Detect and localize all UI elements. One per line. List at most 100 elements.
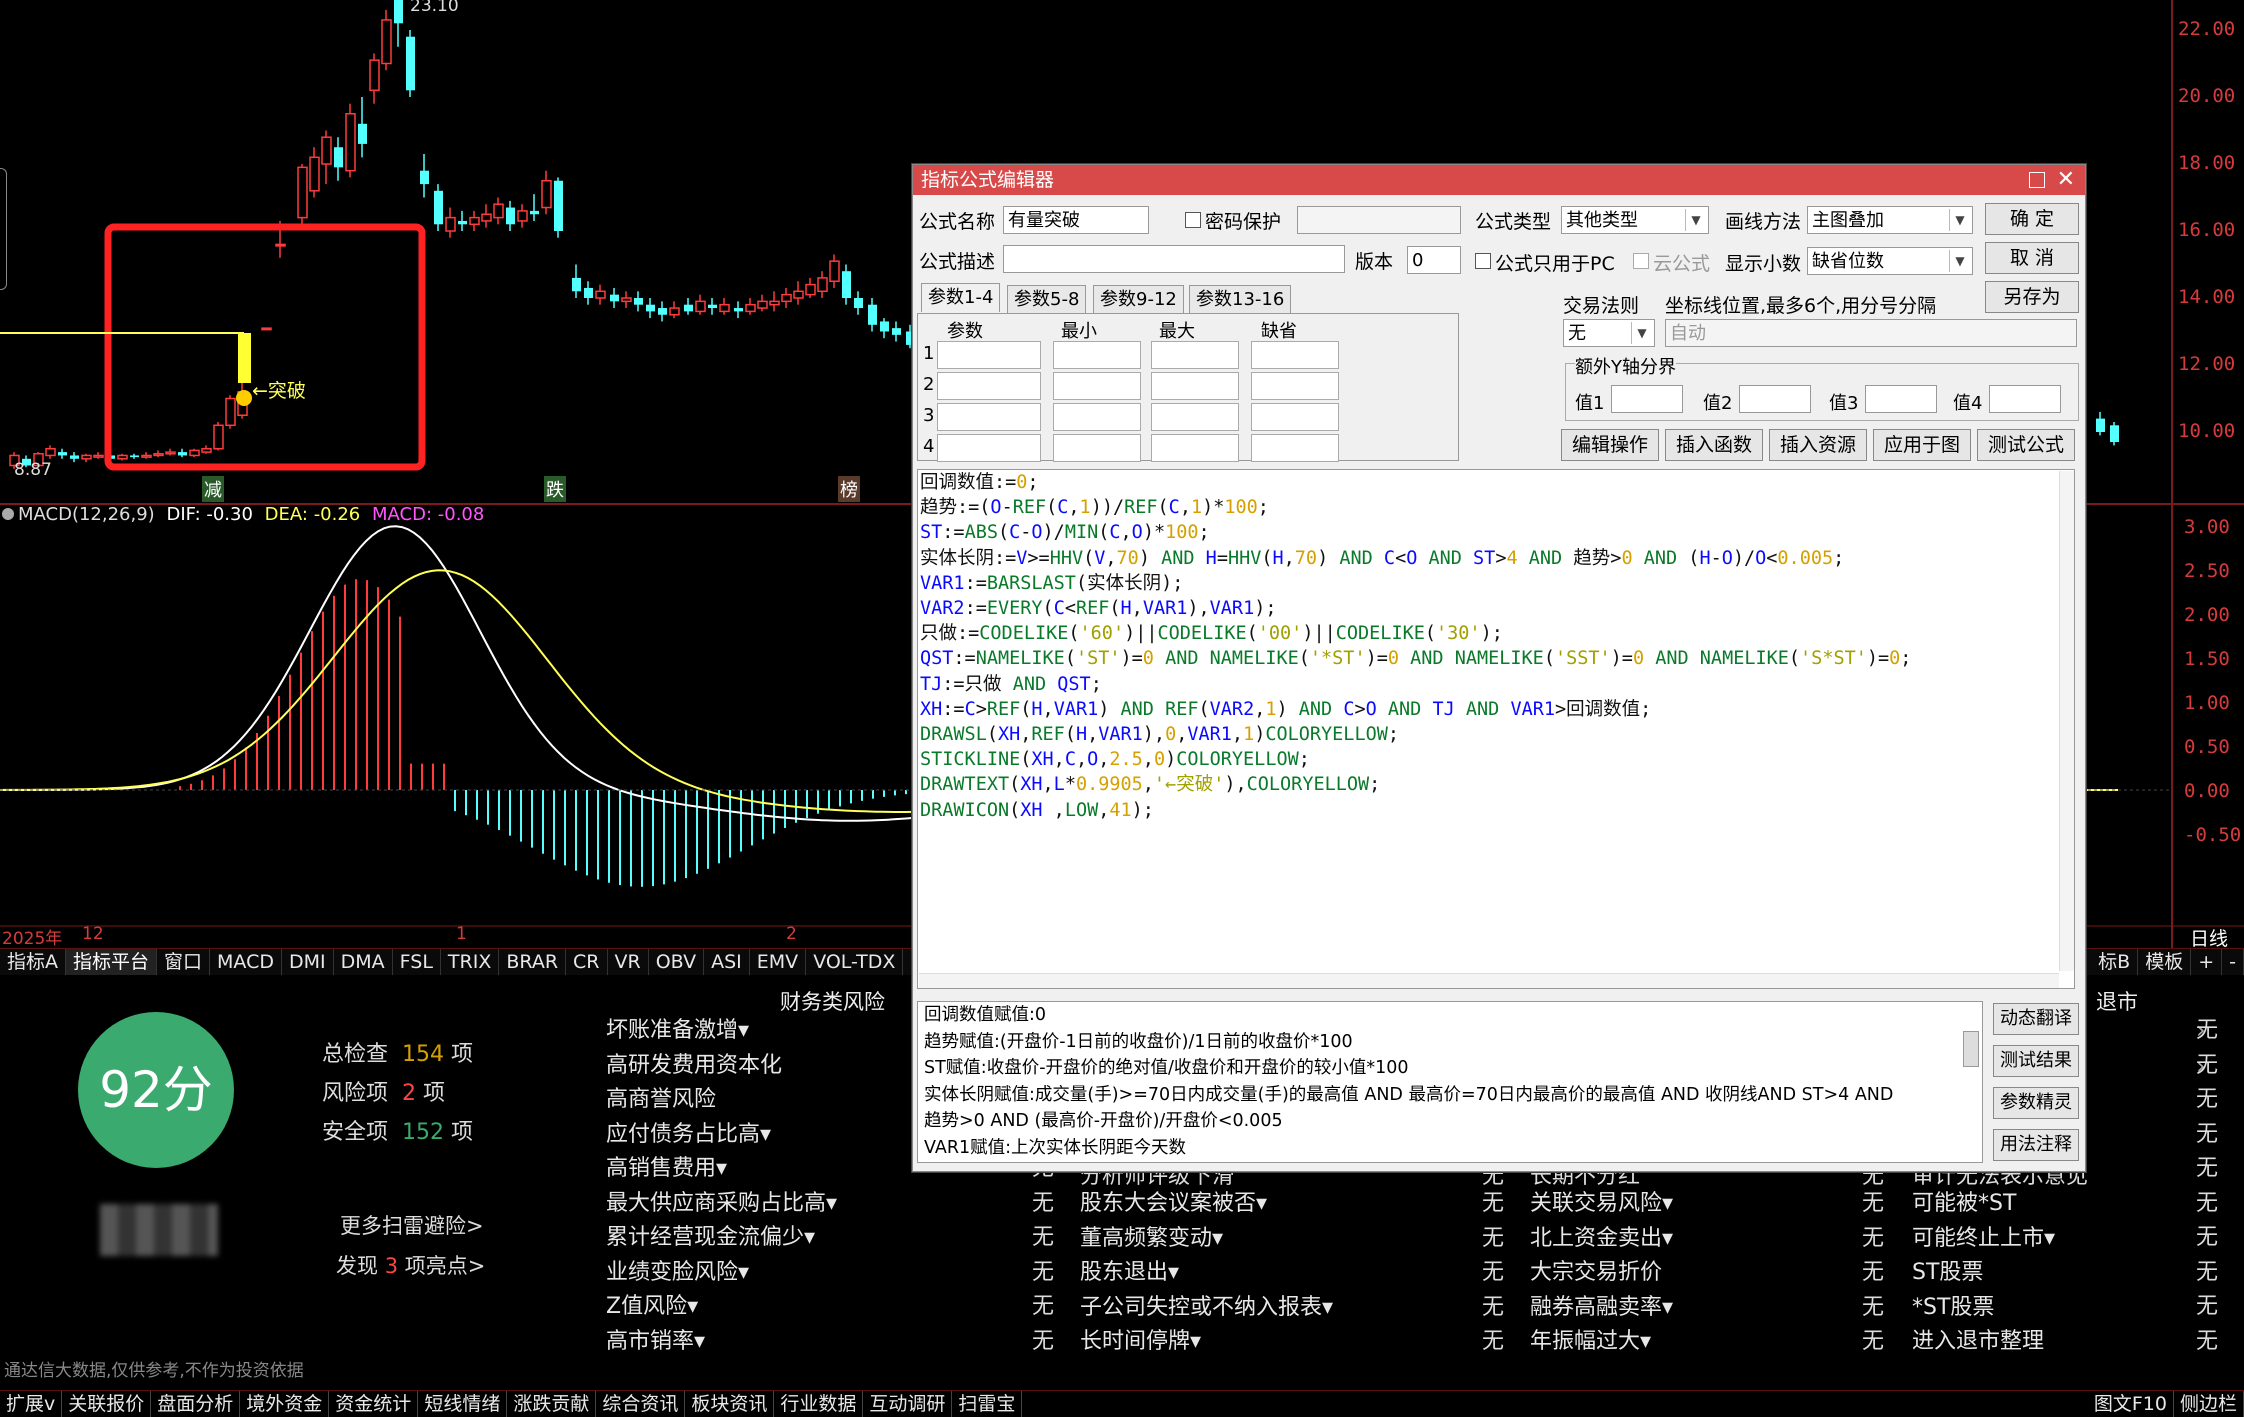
value4-input[interactable] (1989, 385, 2061, 413)
tab-dma[interactable]: DMA (334, 949, 393, 975)
insert-function-button[interactable]: 插入函数 (1665, 429, 1763, 461)
decimal-select[interactable]: 缺省位数 ▼ (1807, 247, 1973, 275)
status-tab[interactable]: 扫雷宝 (952, 1391, 1023, 1417)
risk-item[interactable]: 无 (1032, 1290, 1054, 1325)
risk-item[interactable]: 业绩变脸风险▾ (606, 1256, 837, 1291)
param-cell[interactable] (937, 403, 1041, 431)
explain-scrollbar[interactable] (1963, 1031, 1979, 1067)
param-cell[interactable] (1151, 341, 1239, 369)
risk-item[interactable]: 无 (2196, 1152, 2218, 1187)
more-scan-link[interactable]: 更多扫雷避险> (340, 1210, 484, 1240)
risk-item[interactable]: 无 (2196, 1083, 2218, 1118)
dynamic-translate-button[interactable]: 动态翻译 (1993, 1003, 2079, 1035)
status-tab[interactable]: 扩展v (0, 1391, 63, 1417)
highlights-link[interactable]: 发现 3 项亮点> (336, 1250, 485, 1280)
param-cell[interactable] (937, 372, 1041, 400)
maximize-icon[interactable] (2029, 172, 2045, 188)
version-input[interactable]: 0 (1407, 246, 1461, 274)
risk-item[interactable]: 无 (1032, 1187, 1054, 1222)
risk-item[interactable]: 可能终止上市▾ (1912, 1222, 2055, 1257)
password-checkbox[interactable] (1185, 212, 1201, 228)
coord-input[interactable]: 自动 (1665, 319, 2077, 347)
risk-item[interactable]: 融券高融卖率▾ (1530, 1291, 1673, 1326)
tab-emv[interactable]: EMV (750, 949, 807, 975)
risk-item[interactable]: 股东退出▾ (1080, 1256, 1333, 1291)
formula-type-select[interactable]: 其他类型 ▼ (1561, 206, 1709, 234)
formula-name-input[interactable]: 有量突破 (1003, 206, 1149, 234)
tab-params-9-12[interactable]: 参数9-12 (1093, 285, 1184, 314)
code-editor[interactable]: 回调数值:=0; 趋势:=(O-REF(C,1))/REF(C,1)*100; ST… (917, 469, 2075, 989)
risk-item[interactable]: 长时间停牌▾ (1080, 1325, 1333, 1360)
risk-item[interactable]: 高市销率▾ (606, 1325, 837, 1360)
status-tab[interactable]: 互动调研 (863, 1391, 953, 1417)
status-tab[interactable]: 涨跌贡献 (507, 1391, 597, 1417)
status-tab[interactable]: 综合资讯 (596, 1391, 686, 1417)
risk-item[interactable]: 无 (1032, 1256, 1054, 1291)
risk-item[interactable]: 无 (1032, 1325, 1054, 1360)
risk-item[interactable]: 年振幅过大▾ (1530, 1325, 1673, 1360)
tab-params-13-16[interactable]: 参数13-16 (1189, 285, 1292, 314)
save-as-button[interactable]: 另存为 (1985, 281, 2079, 313)
risk-item[interactable]: 关联交易风险▾ (1530, 1187, 1673, 1222)
risk-item[interactable]: 大宗交易折价 (1530, 1256, 1673, 1291)
code-scrollbar[interactable] (2059, 471, 2074, 971)
risk-item[interactable]: 无 (2196, 1014, 2218, 1049)
param-cell[interactable] (1053, 341, 1141, 369)
param-cell[interactable] (1251, 372, 1339, 400)
test-result-button[interactable]: 测试结果 (1993, 1045, 2079, 1077)
risk-item[interactable]: 北上资金卖出▾ (1530, 1222, 1673, 1257)
tab-obv[interactable]: OBV (649, 949, 705, 975)
tab-vol-tdx[interactable]: VOL-TDX (806, 949, 904, 975)
param-cell[interactable] (1053, 403, 1141, 431)
param-cell[interactable] (937, 341, 1041, 369)
tab-asi[interactable]: ASI (704, 949, 750, 975)
risk-item[interactable]: 进入退市整理 (1912, 1325, 2055, 1360)
tab-params-5-8[interactable]: 参数5-8 (1007, 285, 1087, 314)
status-tab[interactable]: 资金统计 (329, 1391, 419, 1417)
tab-trix[interactable]: TRIX (441, 949, 500, 975)
code-hscrollbar[interactable] (919, 973, 2059, 988)
param-cell[interactable] (1251, 341, 1339, 369)
risk-item[interactable]: 无 (2196, 1256, 2218, 1291)
risk-item[interactable]: 可能被*ST (1912, 1187, 2055, 1222)
param-cell[interactable] (1151, 372, 1239, 400)
dialog-titlebar[interactable]: 指标公式编辑器 ✕ (913, 165, 2085, 195)
risk-item[interactable]: 高研发费用资本化 (606, 1049, 837, 1084)
pc-only-checkbox[interactable] (1475, 253, 1491, 269)
risk-item[interactable]: 董高频繁变动▾ (1080, 1222, 1333, 1257)
risk-item[interactable]: 高销售费用▾ (606, 1152, 837, 1187)
risk-item[interactable]: Z值风险▾ (606, 1290, 837, 1325)
risk-item[interactable]: 高商誉风险 (606, 1083, 837, 1118)
tab-vr[interactable]: VR (608, 949, 649, 975)
param-cell[interactable] (1053, 372, 1141, 400)
risk-item[interactable]: ST股票 (1912, 1256, 2055, 1291)
tab-right-1[interactable]: 模板 (2138, 949, 2192, 975)
apply-to-chart-button[interactable]: 应用于图 (1873, 429, 1971, 461)
status-right[interactable]: 侧边栏 (2174, 1391, 2244, 1417)
tab-cr[interactable]: CR (566, 949, 608, 975)
status-tab[interactable]: 行业数据 (774, 1391, 864, 1417)
status-right[interactable]: 图文F10 (2088, 1391, 2174, 1417)
risk-item[interactable]: 无 (2196, 1118, 2218, 1153)
password-input[interactable] (1297, 206, 1461, 234)
tab-dmi[interactable]: DMI (282, 949, 334, 975)
tab-params-1-4[interactable]: 参数1-4 (921, 283, 1001, 312)
tab-指标平台[interactable]: 指标平台 (66, 949, 158, 975)
cloud-checkbox[interactable] (1633, 253, 1649, 269)
draw-method-select[interactable]: 主图叠加 ▼ (1807, 206, 1973, 234)
risk-item[interactable]: 无 (2196, 1290, 2218, 1325)
close-icon[interactable]: ✕ (2057, 165, 2075, 195)
param-cell[interactable] (1151, 403, 1239, 431)
status-tab[interactable]: 盘面分析 (151, 1391, 241, 1417)
tab-指标a[interactable]: 指标A (0, 949, 66, 975)
risk-item[interactable]: 坏账准备激增▾ (606, 1014, 837, 1049)
risk-item[interactable]: 应付债务占比高▾ (606, 1118, 837, 1153)
value1-input[interactable] (1611, 385, 1683, 413)
tab-brar[interactable]: BRAR (499, 949, 567, 975)
side-handle[interactable] (0, 168, 7, 290)
tab-right-3[interactable]: - (2222, 949, 2244, 975)
param-cell[interactable] (1251, 434, 1339, 462)
status-tab[interactable]: 短线情绪 (418, 1391, 508, 1417)
value2-input[interactable] (1739, 385, 1811, 413)
tab-right-2[interactable]: + (2191, 949, 2223, 975)
